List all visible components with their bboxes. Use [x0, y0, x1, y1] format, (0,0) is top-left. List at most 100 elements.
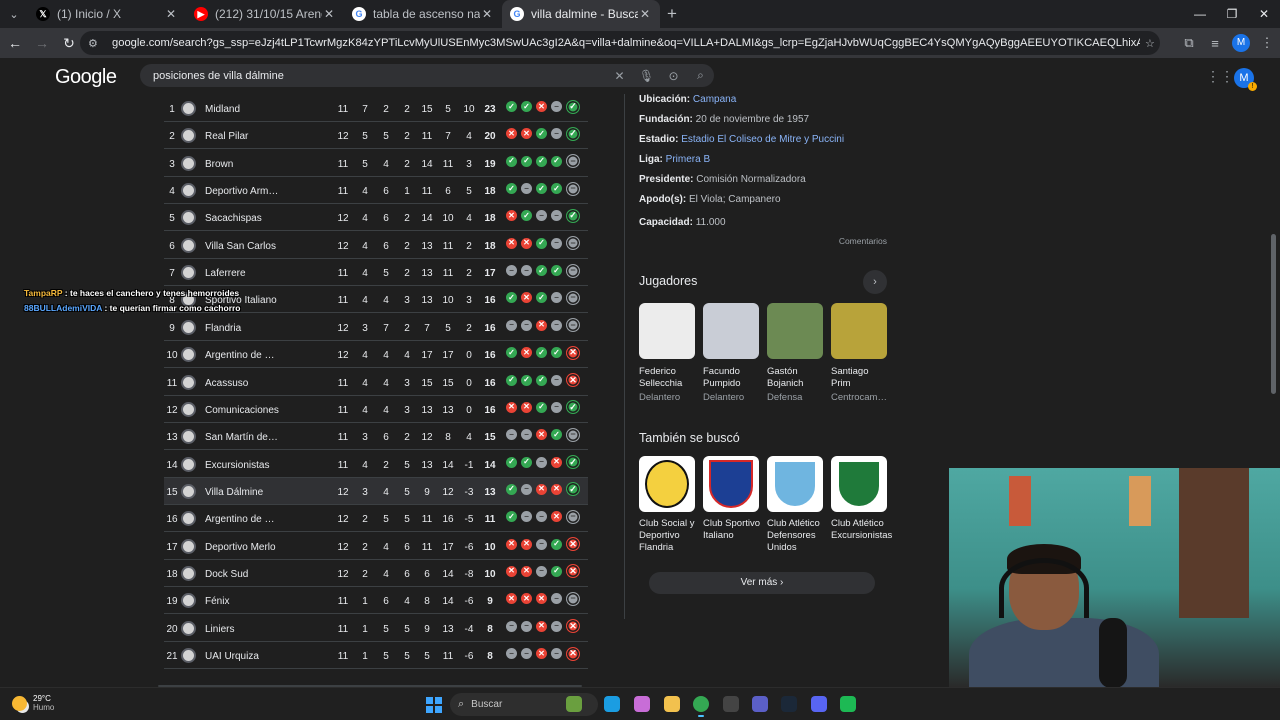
google-search-box[interactable]: posiciones de villa dálmine ✕ 🎙 ⊙ ⌕: [140, 64, 714, 87]
form-draw-icon[interactable]: −: [566, 263, 580, 278]
form-win-icon[interactable]: ✓: [536, 292, 547, 304]
address-bar[interactable]: ⚙ google.com/search?gs_ssp=eJzj4tLP1Tcwr…: [80, 31, 1160, 55]
form-draw-icon[interactable]: −: [521, 511, 532, 523]
steam-icon[interactable]: [781, 696, 797, 712]
form-draw-icon[interactable]: −: [551, 374, 562, 386]
chrome-icon[interactable]: [693, 696, 709, 717]
form-win-icon[interactable]: ✓: [566, 208, 580, 223]
extensions-icon[interactable]: ⧉: [1176, 35, 1202, 51]
form-loss-icon[interactable]: ✕: [566, 345, 580, 360]
players-next-arrow-icon[interactable]: ›: [863, 270, 887, 294]
form-draw-icon[interactable]: −: [536, 538, 547, 550]
table-row[interactable]: 3 Brown 11 5 4 2 14 11 3 19 ✓ ✓ ✓ ✓ −: [164, 150, 588, 177]
table-row[interactable]: 15 Villa Dálmine 12 3 4 5 9 12 -3 13 ✓ − ✕ ✕ ✓: [164, 477, 588, 505]
new-tab-button[interactable]: +: [660, 4, 684, 24]
form-loss-icon[interactable]: ✕: [506, 128, 517, 140]
form-loss-icon[interactable]: ✕: [551, 456, 562, 468]
form-win-icon[interactable]: ✓: [506, 183, 517, 195]
table-row[interactable]: 17 Deportivo Merlo 12 2 4 6 11 17 -6 10 ✕ ✕ − ✓ ✕: [164, 533, 588, 560]
form-draw-icon[interactable]: −: [566, 236, 580, 251]
form-win-icon[interactable]: ✓: [566, 99, 580, 114]
form-win-icon[interactable]: ✓: [506, 511, 517, 523]
related-club-card[interactable]: Club Social y Deportivo Flandria: [639, 456, 697, 554]
form-draw-icon[interactable]: −: [566, 318, 580, 333]
form-draw-icon[interactable]: −: [506, 620, 517, 632]
tab-close-icon[interactable]: ✕: [322, 7, 336, 21]
bookmark-star-icon[interactable]: ☆: [1140, 37, 1160, 50]
form-win-icon[interactable]: ✓: [551, 565, 562, 577]
restore-button[interactable]: ❐: [1216, 0, 1248, 28]
form-win-icon[interactable]: ✓: [506, 292, 517, 304]
players-section-title[interactable]: Jugadores: [639, 274, 697, 288]
form-loss-icon[interactable]: ✕: [536, 319, 547, 331]
form-loss-icon[interactable]: ✕: [506, 401, 517, 413]
form-loss-icon[interactable]: ✕: [536, 620, 547, 632]
form-win-icon[interactable]: ✓: [506, 456, 517, 468]
form-draw-icon[interactable]: −: [566, 591, 580, 606]
start-button-icon[interactable]: [426, 697, 442, 713]
related-club-card[interactable]: Club Atlético Defensores Unidos: [767, 456, 825, 554]
back-button[interactable]: ←: [3, 35, 27, 51]
form-win-icon[interactable]: ✓: [506, 155, 517, 167]
form-draw-icon[interactable]: −: [551, 593, 562, 605]
form-win-icon[interactable]: ✓: [551, 538, 562, 550]
form-win-icon[interactable]: ✓: [566, 482, 580, 497]
form-loss-icon[interactable]: ✕: [521, 347, 532, 359]
form-win-icon[interactable]: ✓: [566, 455, 580, 470]
table-row[interactable]: 13 San Martín de… 11 3 6 2 12 8 4 15− − ✕ ✓ −: [164, 423, 588, 451]
form-draw-icon[interactable]: −: [566, 154, 580, 169]
form-loss-icon[interactable]: ✕: [521, 237, 532, 249]
profile-avatar[interactable]: M: [1232, 34, 1250, 52]
form-win-icon[interactable]: ✓: [536, 265, 547, 277]
weather-widget[interactable]: 29°C Humo: [12, 694, 54, 712]
form-loss-icon[interactable]: ✕: [521, 401, 532, 413]
form-win-icon[interactable]: ✓: [551, 183, 562, 195]
form-win-icon[interactable]: ✓: [566, 400, 580, 415]
browser-menu-icon[interactable]: ⋮: [1254, 35, 1280, 51]
voice-search-icon[interactable]: 🎙: [633, 69, 660, 83]
spotify-icon[interactable]: [840, 696, 856, 712]
team-name[interactable]: Flandria: [205, 323, 305, 334]
form-win-icon[interactable]: ✓: [536, 374, 547, 386]
paint-icon[interactable]: [566, 696, 582, 712]
table-row[interactable]: 16 Argentino de … 12 2 5 5 11 16 -5 11 ✓ − − ✕ −: [164, 505, 588, 533]
table-row[interactable]: 12 Comunicaciones 11 4 4 3 13 13 0 16 ✕ ✕ ✓ − ✓: [164, 396, 588, 423]
form-loss-icon[interactable]: ✕: [536, 483, 547, 495]
form-loss-icon[interactable]: ✕: [536, 101, 547, 112]
form-loss-icon[interactable]: ✕: [521, 593, 532, 605]
team-name[interactable]: Laferrere: [205, 268, 305, 279]
form-win-icon[interactable]: ✓: [521, 456, 532, 468]
form-win-icon[interactable]: ✓: [506, 483, 517, 495]
form-draw-icon[interactable]: −: [551, 401, 562, 413]
team-name[interactable]: Deportivo Merlo: [205, 542, 305, 553]
table-row[interactable]: 2 Real Pilar 12 5 5 2 11 7 4 20 ✕ ✕ ✓ − ✓: [164, 122, 588, 150]
form-loss-icon[interactable]: ✕: [521, 538, 532, 550]
form-draw-icon[interactable]: −: [536, 456, 547, 468]
team-name[interactable]: Villa San Carlos: [205, 241, 305, 252]
close-window-button[interactable]: ✕: [1248, 0, 1280, 28]
form-win-icon[interactable]: ✓: [536, 183, 547, 195]
form-draw-icon[interactable]: −: [551, 128, 562, 140]
table-row[interactable]: 7 Laferrere 11 4 5 2 13 11 2 17− − ✓ ✓ −: [164, 259, 588, 287]
form-win-icon[interactable]: ✓: [551, 155, 562, 167]
fact-value[interactable]: Primera B: [666, 154, 710, 165]
forward-button[interactable]: →: [30, 35, 54, 51]
team-name[interactable]: Argentino de …: [205, 514, 305, 525]
team-name[interactable]: Brown: [205, 159, 305, 170]
table-row[interactable]: 14 Excursionistas 11 4 2 5 13 14 -1 14 ✓ ✓ − ✕ ✓: [164, 451, 588, 478]
form-loss-icon[interactable]: ✕: [521, 565, 532, 577]
team-name[interactable]: UAI Urquiza: [205, 651, 305, 662]
team-name[interactable]: Deportivo Arm…: [205, 186, 305, 197]
browser-tab[interactable]: Gvilla dalmine - Buscar con Goog✕: [502, 0, 660, 28]
browser-tab[interactable]: ▶ (212) 31/10/15 Arenga del Prof✕: [186, 0, 344, 28]
related-club-card[interactable]: Club Sportivo Italiano: [703, 456, 761, 542]
form-win-icon[interactable]: ✓: [521, 210, 532, 222]
form-loss-icon[interactable]: ✕: [566, 564, 580, 579]
form-loss-icon[interactable]: ✕: [506, 210, 517, 222]
form-win-icon[interactable]: ✓: [536, 401, 547, 413]
related-club-card[interactable]: Club Atlético Excursionistas: [831, 456, 892, 542]
form-draw-icon[interactable]: −: [521, 319, 532, 331]
form-loss-icon[interactable]: ✕: [566, 619, 580, 634]
form-win-icon[interactable]: ✓: [536, 155, 547, 167]
fact-value[interactable]: Campana: [693, 94, 736, 105]
